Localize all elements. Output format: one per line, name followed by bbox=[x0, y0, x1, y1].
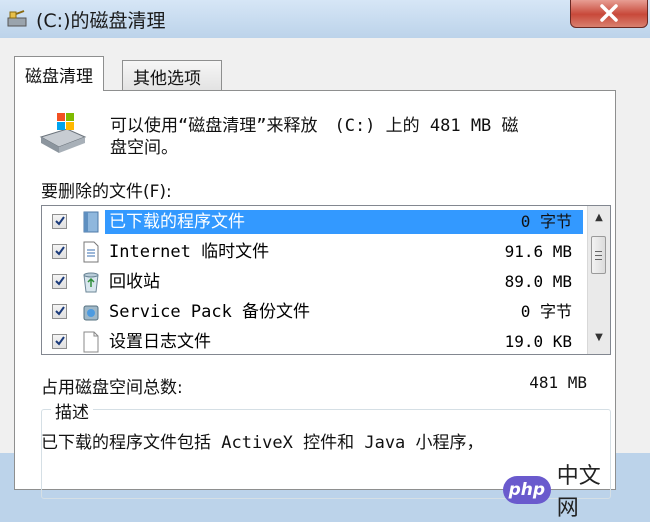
file-size: 0 字节 bbox=[520, 302, 572, 321]
checkmark-icon bbox=[55, 276, 65, 286]
dialog-body: 磁盘清理 其他选项 可以使用“磁盘清理”来释放 (C:) 上的 481 MB 磁… bbox=[0, 38, 650, 521]
description-title: 描述 bbox=[51, 398, 93, 423]
recycle-bin-icon bbox=[83, 272, 99, 293]
checkmark-icon bbox=[55, 216, 65, 226]
files-to-delete-label: 要删除的文件(F): bbox=[41, 182, 172, 202]
disk-cleanup-icon bbox=[7, 10, 27, 27]
close-button[interactable] bbox=[570, 0, 648, 28]
checkmark-icon bbox=[55, 246, 65, 256]
file-list[interactable]: 已下载的程序文件 0 字节 Internet 临时文件 91.6 MB 回收站 … bbox=[41, 205, 611, 355]
file-checkbox[interactable] bbox=[52, 304, 67, 319]
php-logo: php bbox=[503, 476, 551, 504]
file-row-internet-temp[interactable]: Internet 临时文件 91.6 MB bbox=[42, 237, 587, 267]
tab-disk-cleanup[interactable]: 磁盘清理 bbox=[14, 56, 104, 91]
close-icon bbox=[600, 4, 618, 22]
scroll-down-arrow-icon[interactable]: ▼ bbox=[591, 332, 607, 350]
list-scrollbar[interactable]: ▲ ▼ bbox=[587, 206, 610, 354]
file-row-downloaded-programs[interactable]: 已下载的程序文件 0 字节 bbox=[42, 207, 587, 237]
summary-line-2: 盘空间。 bbox=[110, 138, 178, 158]
scroll-up-arrow-icon[interactable]: ▲ bbox=[591, 212, 607, 230]
checkmark-icon bbox=[55, 306, 65, 316]
checkmark-icon bbox=[55, 336, 65, 346]
file-checkbox[interactable] bbox=[52, 334, 67, 349]
service-pack-icon bbox=[83, 305, 99, 321]
file-name: 已下载的程序文件 bbox=[105, 210, 583, 234]
log-file-icon bbox=[83, 331, 99, 353]
file-size: 0 字节 bbox=[520, 212, 572, 231]
window-title: (C:)的磁盘清理 bbox=[36, 10, 166, 32]
file-checkbox[interactable] bbox=[52, 214, 67, 229]
file-name: Service Pack 备份文件 bbox=[109, 302, 311, 322]
file-size: 89.0 MB bbox=[504, 272, 572, 291]
file-size: 91.6 MB bbox=[504, 242, 572, 261]
description-text: 已下载的程序文件包括 ActiveX 控件和 Java 小程序， bbox=[41, 433, 484, 453]
file-row-recycle-bin[interactable]: 回收站 89.0 MB bbox=[42, 267, 587, 297]
internet-files-icon bbox=[83, 241, 99, 263]
tab-more-options[interactable]: 其他选项 bbox=[122, 60, 222, 90]
total-space-value: 481 MB bbox=[529, 373, 587, 392]
file-row-service-pack[interactable]: Service Pack 备份文件 0 字节 bbox=[42, 297, 587, 327]
file-checkbox[interactable] bbox=[52, 274, 67, 289]
title-bar: (C:)的磁盘清理 bbox=[0, 0, 650, 38]
program-files-icon bbox=[83, 211, 99, 233]
file-size: 19.0 KB bbox=[504, 332, 572, 351]
watermark: php 中文网 bbox=[503, 464, 615, 521]
watermark-text: 中文网 bbox=[556, 464, 601, 521]
tab-panel: 可以使用“磁盘清理”来释放 (C:) 上的 481 MB 磁 盘空间。 要删除的… bbox=[14, 90, 616, 521]
drive-icon bbox=[39, 113, 87, 153]
total-space-label: 占用磁盘空间总数: bbox=[41, 378, 183, 398]
file-checkbox[interactable] bbox=[52, 244, 67, 259]
scroll-thumb[interactable] bbox=[591, 236, 606, 274]
file-row-setup-log[interactable]: 设置日志文件 19.0 KB bbox=[42, 327, 587, 354]
